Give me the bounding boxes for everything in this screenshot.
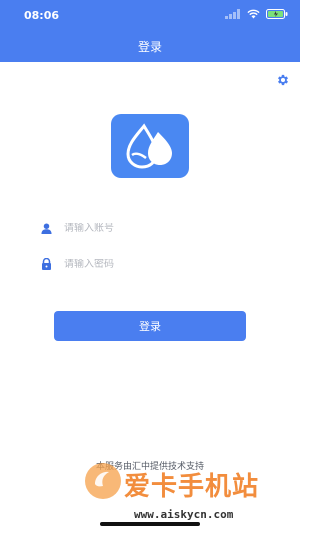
status-bar: 08:06 bbox=[0, 0, 300, 30]
password-field[interactable] bbox=[40, 253, 260, 275]
page-title: 登录 bbox=[137, 40, 162, 54]
login-button[interactable]: 登录 bbox=[54, 311, 246, 341]
status-time: 08:06 bbox=[24, 9, 60, 22]
account-field[interactable] bbox=[40, 217, 260, 239]
footer-support-text: 本服务由汇中提供技术支持 bbox=[95, 462, 204, 472]
water-drops-icon bbox=[126, 123, 172, 169]
status-icons bbox=[225, 9, 288, 19]
gear-icon bbox=[278, 74, 288, 86]
signal-icon bbox=[225, 9, 240, 19]
lock-icon bbox=[40, 258, 52, 270]
wifi-icon bbox=[247, 9, 260, 19]
password-input[interactable] bbox=[64, 258, 244, 270]
app-logo bbox=[111, 114, 189, 178]
app-header: 08:06 登录 bbox=[0, 0, 300, 62]
battery-icon bbox=[266, 9, 288, 19]
watermark-url: www.aiskycn.com bbox=[134, 508, 234, 521]
settings-button[interactable] bbox=[276, 72, 290, 86]
home-indicator bbox=[100, 522, 200, 526]
user-icon bbox=[40, 222, 52, 234]
account-input[interactable] bbox=[64, 222, 244, 234]
